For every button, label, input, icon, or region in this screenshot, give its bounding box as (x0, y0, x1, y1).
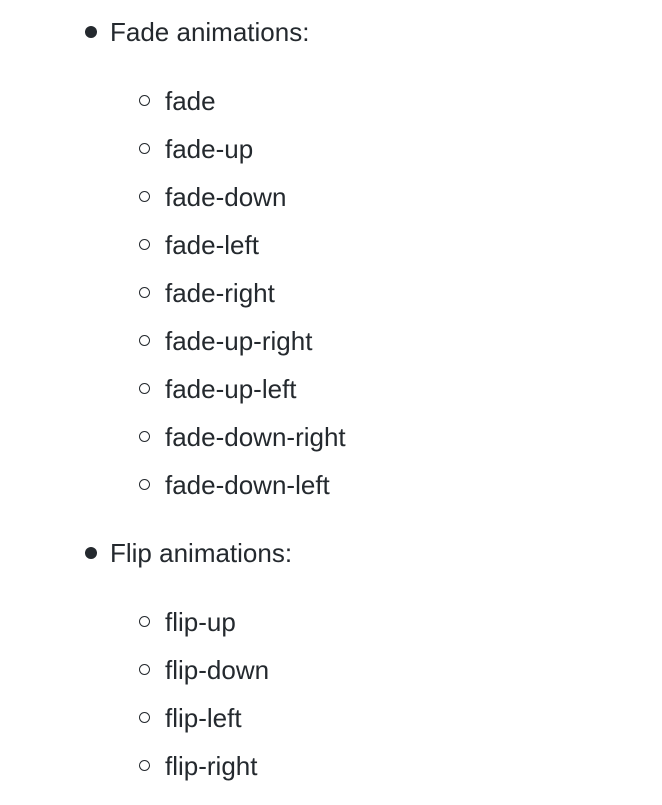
flip-animations-title: Flip animations: (110, 538, 293, 568)
list-item-label: flip-left (165, 703, 242, 733)
list-item-label: fade-right (165, 278, 275, 308)
list-item: flip-down (139, 654, 270, 702)
list-item-label: fade-left (165, 230, 259, 260)
list-item-label: flip-up (165, 607, 236, 637)
list-item-label: fade-down (165, 182, 287, 212)
circle-bullet-icon (139, 143, 150, 154)
circle-bullet-icon (139, 383, 150, 394)
circle-bullet-icon (139, 287, 150, 298)
list-item: fade-down (139, 181, 346, 229)
list-item: flip-left (139, 702, 269, 750)
flip-animations-heading-item: Flip animations: (85, 537, 293, 569)
list-item-label: fade-up-left (165, 374, 297, 404)
list-item: fade-right (139, 277, 346, 325)
list-item: flip-up (139, 606, 269, 654)
circle-bullet-icon (139, 760, 150, 771)
list-item-label: fade-up-right (165, 326, 313, 356)
circle-bullet-icon (139, 191, 150, 202)
list-item: flip-right (139, 750, 269, 798)
fade-animations-list: fade fade-up fade-down fade-left fade-ri… (139, 85, 346, 517)
list-item-label: flip-down (165, 655, 270, 685)
list-item: fade-left (139, 229, 346, 277)
list-item-label: fade-down-right (165, 422, 346, 452)
circle-bullet-icon (139, 479, 150, 490)
circle-bullet-icon (139, 712, 150, 723)
circle-bullet-icon (139, 616, 150, 627)
list-item-label: flip-right (165, 751, 258, 781)
list-item: fade-down-right (139, 421, 346, 469)
disc-bullet-icon (85, 547, 97, 559)
circle-bullet-icon (139, 239, 150, 250)
circle-bullet-icon (139, 664, 150, 675)
list-item: fade-up-right (139, 325, 346, 373)
list-item: fade-up-left (139, 373, 346, 421)
list-item-label: fade-up (165, 134, 254, 164)
flip-animations-list: flip-up flip-down flip-left flip-right (139, 606, 270, 798)
circle-bullet-icon (139, 95, 150, 106)
fade-animations-title: Fade animations: (110, 17, 310, 47)
list-item: fade-down-left (139, 469, 346, 517)
list-item: fade (139, 85, 346, 133)
list-item: fade-up (139, 133, 346, 181)
list-item-label: fade-down-left (165, 470, 330, 500)
list-item-label: fade (165, 86, 216, 116)
disc-bullet-icon (85, 26, 97, 38)
fade-animations-heading-item: Fade animations: (85, 16, 310, 48)
circle-bullet-icon (139, 335, 150, 346)
circle-bullet-icon (139, 431, 150, 442)
